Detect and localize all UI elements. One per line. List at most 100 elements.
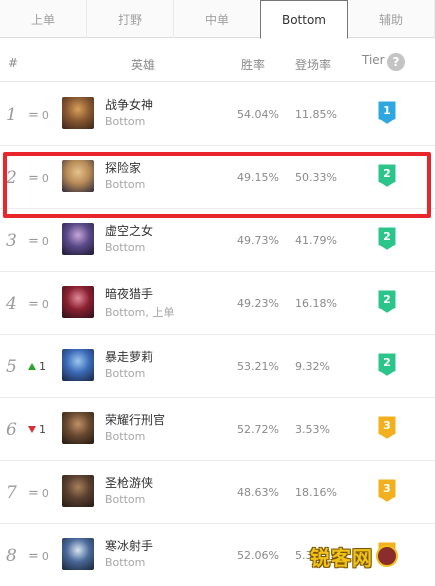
pick-rate-value: 3.53% [295, 423, 330, 436]
rank-change: = 0 [28, 171, 49, 186]
table-row[interactable]: 7 = 0 圣枪游侠 Bottom 48.63% 18.16% 3 [0, 461, 435, 524]
table-row[interactable]: 6 1 荣耀行刑官 Bottom 52.72% 3.53% 3 [0, 398, 435, 461]
tier-badge-label: 2 [383, 356, 391, 369]
win-rate-value: 54.04% [237, 108, 279, 121]
header-hero[interactable]: 英雄 [131, 56, 155, 73]
champion-avatar[interactable] [62, 475, 94, 507]
rank-same-icon: = [28, 486, 39, 501]
rank-change-value: 0 [41, 550, 49, 563]
champion-role: Bottom [105, 367, 146, 380]
champion-avatar[interactable] [62, 286, 94, 318]
tier-badge-label: 1 [383, 104, 391, 117]
pick-rate-value: 9.32% [295, 360, 330, 373]
header-win-rate[interactable]: 胜率 [241, 56, 265, 73]
pick-rate-value: 50.33% [295, 171, 337, 184]
champion-role: Bottom, 上单 [105, 306, 175, 319]
champion-role: Bottom [105, 493, 146, 506]
tier-badge-label: 3 [383, 482, 391, 495]
tier-badge-label: 3 [383, 419, 391, 432]
champion-name[interactable]: 探险家 [105, 159, 141, 176]
rank-change-value: 0 [41, 109, 49, 122]
rank-same-icon: = [28, 549, 39, 564]
table-row[interactable]: 1 = 0 战争女神 Bottom 54.04% 11.85% 1 [0, 83, 435, 146]
champion-name[interactable]: 战争女神 [105, 96, 153, 113]
table-row[interactable]: 4 = 0 暗夜猎手 Bottom, 上单 49.23% 16.18% 2 [0, 272, 435, 335]
rank-number: 2 [6, 168, 17, 188]
champion-name[interactable]: 暗夜猎手 [105, 285, 153, 302]
help-icon[interactable]: ? [387, 53, 405, 71]
table-row[interactable]: 3 = 0 虚空之女 Bottom 49.73% 41.79% 2 [0, 209, 435, 272]
tier-badge-icon: 3 [377, 478, 397, 504]
champion-avatar[interactable] [62, 412, 94, 444]
champion-avatar[interactable] [62, 349, 94, 381]
champion-role: Bottom [105, 178, 146, 191]
tab-jungle[interactable]: 打野 [87, 0, 174, 38]
rank-same-icon: = [28, 171, 39, 186]
rank-up-icon [28, 363, 36, 370]
champion-role: Bottom [105, 430, 146, 443]
rank-change: = 0 [28, 549, 49, 564]
rank-number: 4 [6, 294, 17, 314]
tab-bottom[interactable]: Bottom [260, 0, 348, 39]
rank-change-value: 0 [41, 487, 49, 500]
champion-avatar[interactable] [62, 223, 94, 255]
tab-top[interactable]: 上单 [0, 0, 87, 38]
tier-badge-label: 2 [383, 167, 391, 180]
champion-name[interactable]: 虚空之女 [105, 222, 153, 239]
position-tabs: 上单 打野 中单 Bottom 辅助 [0, 0, 435, 39]
rank-change: = 0 [28, 486, 49, 501]
rank-same-icon: = [28, 234, 39, 249]
tier-badge-icon: 1 [377, 100, 397, 126]
rank-change: = 0 [28, 234, 49, 249]
table-row[interactable]: 5 1 暴走萝莉 Bottom 53.21% 9.32% 2 [0, 335, 435, 398]
rank-number: 7 [6, 483, 17, 503]
rank-same-icon: = [28, 108, 39, 123]
champion-name[interactable]: 荣耀行刑官 [105, 411, 165, 428]
table-row[interactable]: 2 = 0 探险家 Bottom 49.15% 50.33% 2 [0, 146, 435, 209]
rank-number: 5 [6, 357, 17, 377]
rank-change-value: 0 [41, 298, 49, 311]
champion-name[interactable]: 寒冰射手 [105, 537, 153, 554]
rank-change: = 0 [28, 297, 49, 312]
tier-badge-icon: 2 [377, 352, 397, 378]
champion-role: Bottom [105, 115, 146, 128]
champion-name[interactable]: 暴走萝莉 [105, 348, 153, 365]
tier-badge-label: 2 [383, 293, 391, 306]
header-rank: # [8, 56, 19, 70]
rank-number: 3 [6, 231, 17, 251]
watermark-logo: 锐客网 [310, 540, 435, 572]
tier-badge-label: 2 [383, 230, 391, 243]
win-rate-value: 49.23% [237, 297, 279, 310]
rank-change: = 0 [28, 108, 49, 123]
tier-badge-icon: 2 [377, 226, 397, 252]
tab-support[interactable]: 辅助 [348, 0, 435, 38]
pick-rate-value: 41.79% [295, 234, 337, 247]
pick-rate-value: 18.16% [295, 486, 337, 499]
champion-avatar[interactable] [62, 538, 94, 570]
champion-avatar[interactable] [62, 97, 94, 129]
win-rate-value: 49.15% [237, 171, 279, 184]
table-header: # 英雄 胜率 登场率 Tier ? [0, 44, 435, 82]
watermark-text: 锐客网 [310, 545, 373, 570]
win-rate-value: 52.72% [237, 423, 279, 436]
champion-name[interactable]: 圣枪游侠 [105, 474, 153, 491]
champion-avatar[interactable] [62, 160, 94, 192]
tab-mid[interactable]: 中单 [174, 0, 261, 38]
rank-change-value: 0 [41, 172, 49, 185]
header-tier[interactable]: Tier [362, 53, 385, 67]
win-rate-value: 52.06% [237, 549, 279, 562]
rank-change-value: 0 [41, 235, 49, 248]
win-rate-value: 48.63% [237, 486, 279, 499]
rank-change-value: 1 [39, 423, 46, 436]
win-rate-value: 53.21% [237, 360, 279, 373]
header-pick-rate[interactable]: 登场率 [295, 56, 331, 73]
pick-rate-value: 16.18% [295, 297, 337, 310]
tier-badge-icon: 2 [377, 289, 397, 315]
pick-rate-value: 11.85% [295, 108, 337, 121]
tier-badge-icon: 2 [377, 163, 397, 189]
rank-number: 1 [6, 105, 17, 125]
rank-change-value: 1 [39, 360, 46, 373]
champion-role: Bottom [105, 241, 146, 254]
rank-change: 1 [28, 423, 46, 436]
watermark-icon [376, 545, 398, 567]
